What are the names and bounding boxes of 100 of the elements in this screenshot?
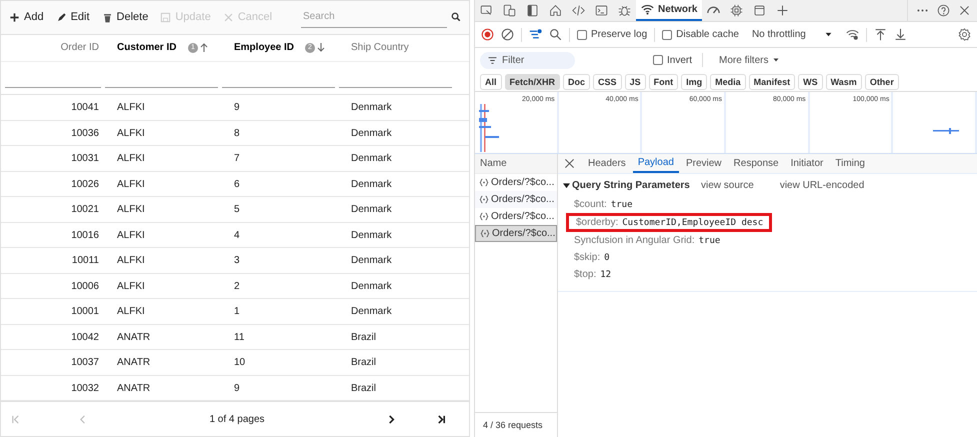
detail-tab[interactable]: Response: [728, 154, 784, 173]
toolbar-button[interactable]: Edit: [56, 11, 90, 24]
table-cell-text: Denmark: [351, 102, 393, 114]
type-filter-chip[interactable]: Media: [710, 74, 746, 90]
type-filter-chip[interactable]: All: [480, 74, 502, 90]
param-key: $orderby:: [576, 217, 618, 228]
table-cell-text: ALFKI: [117, 178, 146, 190]
table-cell-text: 10031: [70, 153, 100, 164]
next-page-icon: [386, 414, 396, 424]
search-icon[interactable]: [549, 28, 562, 41]
detail-tab[interactable]: Initiator: [786, 154, 828, 173]
table-cell-text: ALFKI: [117, 255, 146, 266]
request-row[interactable]: Orders/?$co...: [475, 225, 557, 242]
detail-tab[interactable]: Payload: [632, 154, 679, 173]
table-cell-text: ALFKI: [117, 128, 146, 139]
table-cell-text: 10041: [70, 102, 100, 114]
device-icon: [503, 4, 516, 17]
save-icon: [160, 12, 172, 23]
table-cell-text: ALFKI: [117, 102, 146, 114]
more-filters-dropdown[interactable]: More filters: [713, 54, 786, 66]
type-filter-chip[interactable]: Doc: [563, 74, 590, 90]
upload-icon[interactable]: [874, 28, 887, 41]
type-filter-chip[interactable]: CSS: [593, 74, 622, 90]
table-cell-text: ALFKI: [117, 230, 146, 241]
settings-icon[interactable]: [958, 28, 971, 41]
detail-tab[interactable]: Headers: [583, 154, 631, 173]
table-cell-text: Denmark: [351, 230, 393, 241]
param-value: true: [698, 236, 720, 246]
table-cell-text: 10026: [70, 178, 100, 190]
filter-settings-icon[interactable]: [529, 28, 542, 41]
triangle-down-icon: [563, 182, 570, 188]
table-cell-text: ALFKI: [117, 204, 146, 216]
braces-icon: [479, 212, 489, 221]
filter-field[interactable]: Filter: [480, 52, 575, 68]
chip-icon: [730, 4, 744, 17]
trash-icon: [102, 12, 113, 23]
detail-tab[interactable]: Timing: [830, 154, 870, 173]
clear-icon[interactable]: [501, 28, 514, 41]
bug-icon: [618, 4, 631, 17]
download-icon[interactable]: [894, 28, 907, 41]
close-icon[interactable]: [958, 4, 971, 17]
plus-icon: [776, 4, 790, 17]
table-cell-text: 10042: [70, 332, 100, 343]
search-field[interactable]: Search: [301, 6, 447, 28]
braces-icon: [480, 229, 490, 238]
search-icon: [451, 12, 461, 22]
throttling-dropdown[interactable]: No throttling: [746, 27, 839, 42]
detail-tab[interactable]: Preview: [680, 154, 727, 173]
table-cell-text: Brazil: [351, 332, 378, 343]
waterfall-drawing: [933, 128, 959, 134]
console-icon: [595, 4, 608, 17]
checkbox[interactable]: Preserve log: [577, 29, 648, 40]
param-key: Syncfusion in Angular Grid:: [574, 235, 695, 246]
type-filter-chip[interactable]: Img: [681, 74, 708, 90]
type-filter-chip[interactable]: Wasm: [826, 74, 862, 90]
last-page-icon: [436, 414, 446, 424]
section-header[interactable]: Query String Parameters: [563, 180, 701, 190]
devtools-tab[interactable]: Network: [636, 0, 702, 21]
request-row[interactable]: Orders/?$co...: [475, 191, 557, 208]
table-cell-text: Denmark: [351, 255, 393, 266]
table-cell-text: Denmark: [351, 128, 393, 139]
table-cell-text: 5: [234, 204, 241, 216]
table-cell-text: 10021: [70, 204, 100, 216]
column-header[interactable]: Order ID: [17, 42, 117, 54]
help-icon[interactable]: [937, 4, 950, 17]
type-filter-chip[interactable]: Other: [864, 74, 899, 90]
toolbar-button[interactable]: Delete: [102, 11, 148, 24]
table-cell-text: 8: [234, 128, 241, 139]
table-cell-text: Brazil: [351, 357, 378, 368]
type-filter-chip[interactable]: Font: [648, 74, 678, 90]
type-filter-chip[interactable]: Manifest: [748, 74, 796, 90]
network-conditions-icon[interactable]: [846, 28, 859, 41]
table-cell-text: Denmark: [351, 204, 393, 216]
code-icon: [572, 4, 585, 17]
table-cell-text: 7: [234, 153, 241, 164]
previous-page-icon: [78, 414, 88, 424]
table-cell-text: ANATR: [117, 332, 152, 343]
param-key: $skip:: [574, 252, 600, 263]
column-header[interactable]: Ship Country: [351, 42, 468, 54]
type-filter-chip[interactable]: JS: [624, 74, 646, 90]
close-icon[interactable]: [564, 158, 575, 169]
table-cell-text: 10036: [70, 128, 100, 139]
checkbox[interactable]: Disable cache: [662, 29, 739, 40]
table-cell-text: 2: [234, 280, 241, 292]
page-info: 1 of 4 pages: [208, 414, 266, 425]
view-source-link[interactable]: view source: [701, 180, 754, 190]
type-filter-chip[interactable]: WS: [798, 74, 823, 90]
table-cell-text: 9: [234, 382, 241, 394]
view-url-encoded-link[interactable]: view URL-encoded: [780, 180, 864, 190]
table-cell-text: 10001: [70, 306, 100, 318]
type-filter-chip[interactable]: Fetch/XHR: [504, 74, 560, 90]
table-cell-text: 10016: [70, 230, 100, 241]
table-cell-text: ANATR: [117, 357, 152, 368]
filter-icon: [488, 56, 497, 64]
plus-icon: [9, 12, 20, 23]
param-value: 0: [604, 252, 610, 262]
inspect-icon: [480, 4, 493, 17]
record-icon[interactable]: [481, 28, 494, 41]
checkbox[interactable]: Invert: [653, 54, 692, 66]
toolbar-button[interactable]: Add: [9, 11, 44, 24]
